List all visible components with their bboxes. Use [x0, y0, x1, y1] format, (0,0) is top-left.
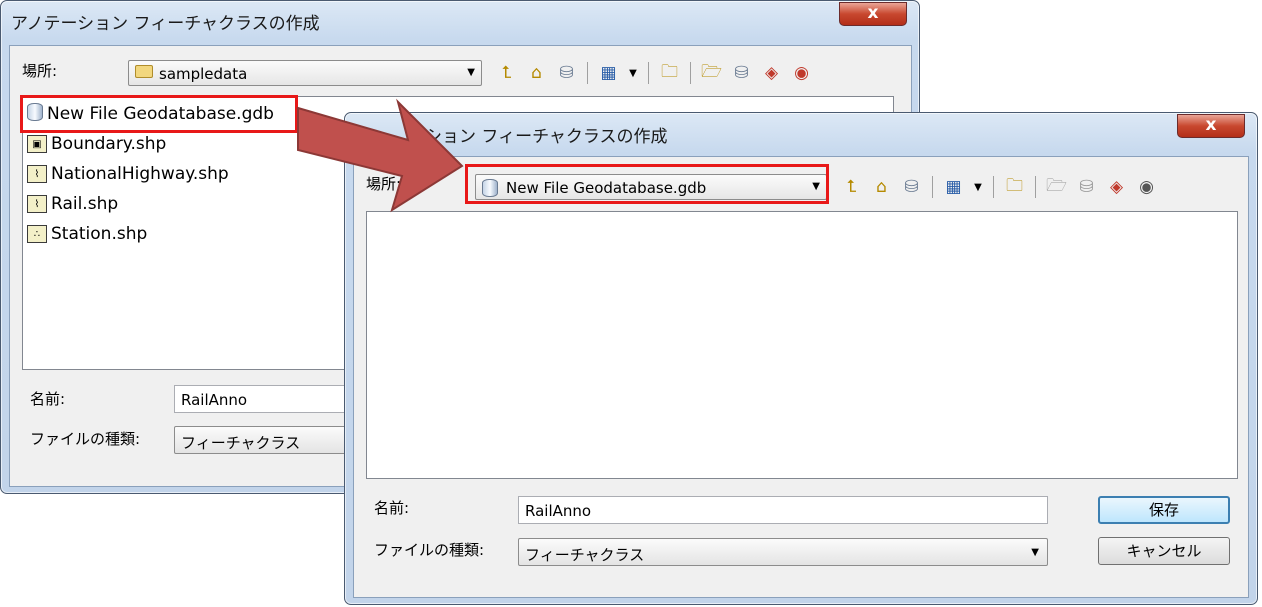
pointer-arrow [297, 98, 464, 213]
arrow-shape [297, 98, 464, 213]
